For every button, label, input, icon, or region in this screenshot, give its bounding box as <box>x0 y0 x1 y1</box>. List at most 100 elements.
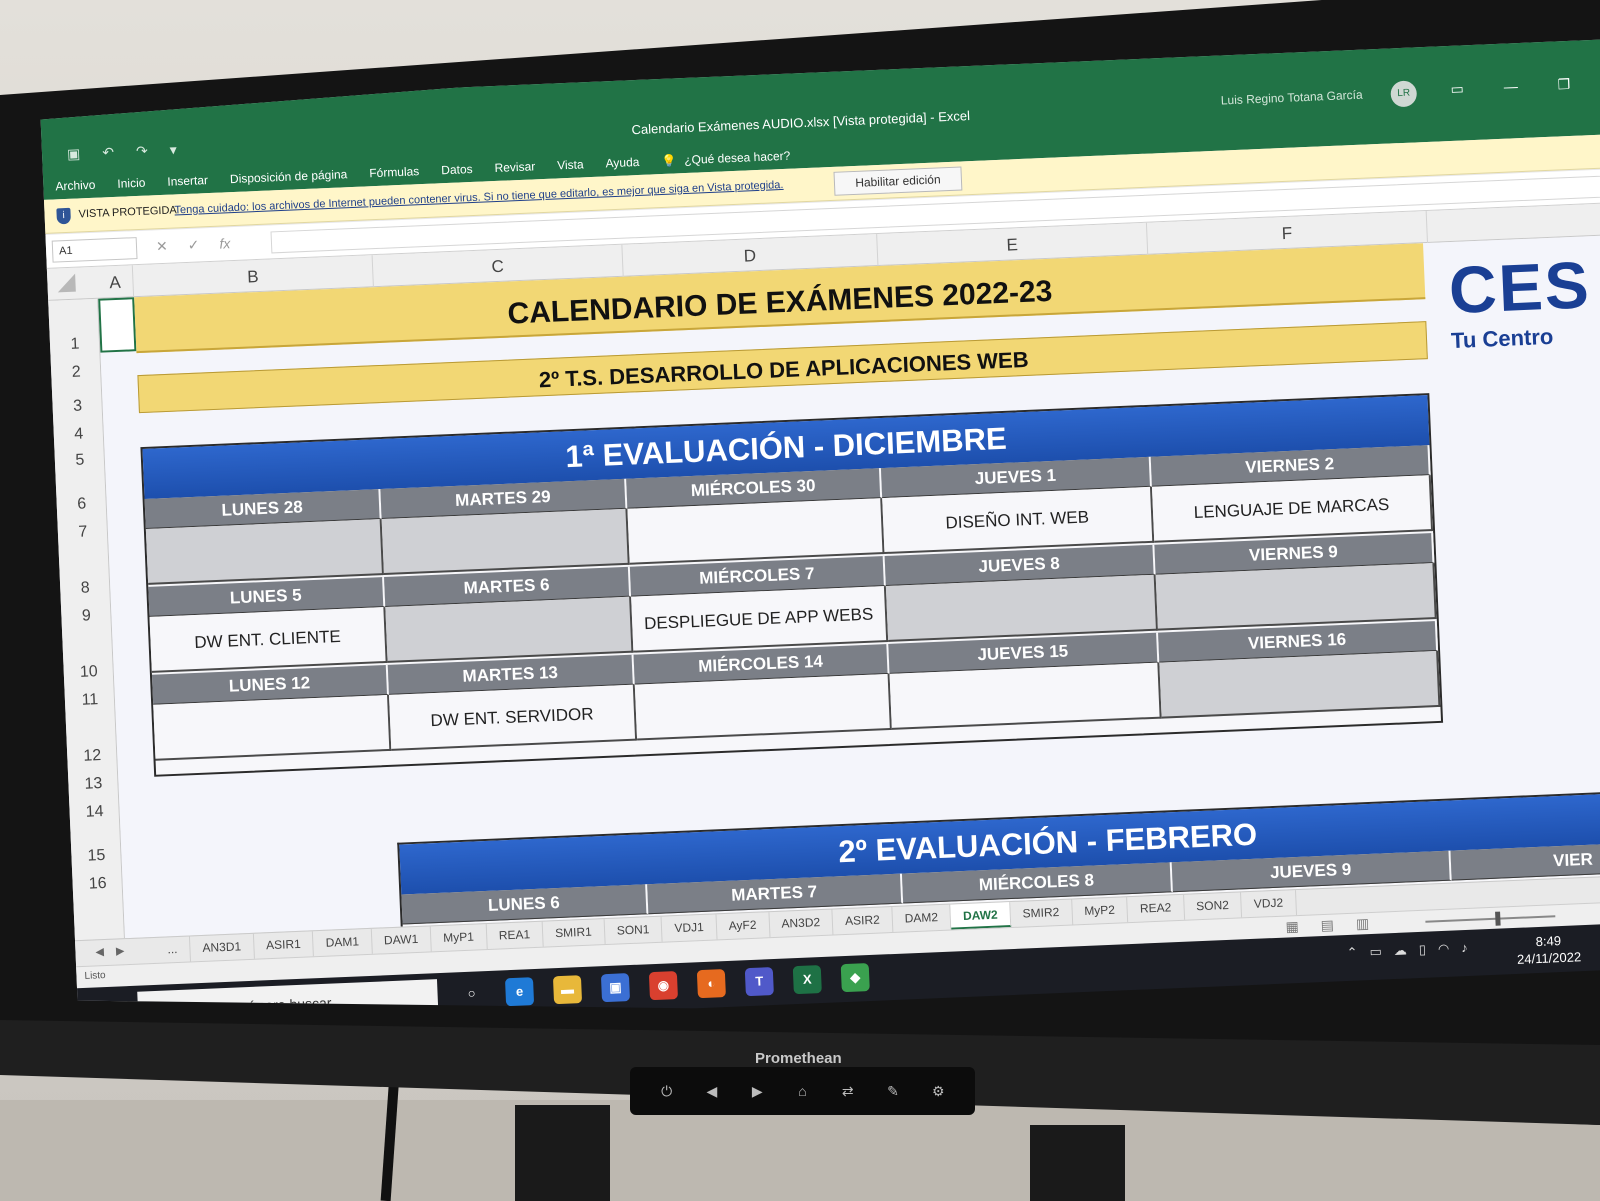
power-icon[interactable]: ⏻ <box>658 1083 676 1100</box>
cortana-icon[interactable]: ○ <box>457 979 486 1008</box>
row-header[interactable]: 8 <box>60 578 111 598</box>
row-header[interactable]: 3 <box>52 397 103 417</box>
volume-down-icon[interactable]: ◀ <box>703 1083 721 1100</box>
sheet-tab[interactable]: SON1 <box>604 916 664 946</box>
input-icon[interactable]: ⇄ <box>839 1083 857 1100</box>
minimize-icon[interactable]: — <box>1503 78 1518 96</box>
sheet-tab[interactable]: VDJ2 <box>1241 890 1297 919</box>
menu-formulas[interactable]: Fórmulas <box>369 164 420 180</box>
sheet-tab[interactable]: ASIR2 <box>832 907 894 936</box>
name-box[interactable]: A1 <box>51 237 138 263</box>
sheet-tab[interactable]: DAM2 <box>892 904 952 933</box>
exam-cell[interactable] <box>385 596 634 663</box>
menu-archivo[interactable]: Archivo <box>55 178 96 194</box>
row-header[interactable]: 4 <box>53 425 104 445</box>
exam-cell[interactable]: DW ENT. CLIENTE <box>149 606 388 673</box>
pen-icon[interactable]: ✎ <box>884 1083 902 1100</box>
sheet-tab[interactable]: ASIR1 <box>253 931 315 960</box>
tab-prev-icon[interactable]: ◀ <box>95 945 104 958</box>
volume-icon[interactable]: ♪ <box>1461 940 1468 956</box>
chevron-up-icon[interactable]: ⌃ <box>1346 945 1358 961</box>
redo-icon[interactable]: ↷ <box>136 143 148 160</box>
row-header[interactable]: 2 <box>51 363 102 383</box>
exam-cell[interactable]: DESPLIEGUE DE APP WEBS <box>631 585 889 653</box>
sheet-tab[interactable]: AyF2 <box>716 912 771 941</box>
menu-revisar[interactable]: Revisar <box>494 159 535 175</box>
cloud-icon[interactable]: ☁ <box>1393 943 1407 960</box>
row-header[interactable]: 11 <box>65 690 116 710</box>
save-icon[interactable]: ▣ <box>67 145 81 163</box>
row-header[interactable]: 14 <box>69 802 120 822</box>
sheet-tab[interactable]: SMIR2 <box>1010 899 1073 929</box>
file-explorer-icon[interactable]: ▬ <box>552 975 583 1005</box>
menu-vista[interactable]: Vista <box>557 157 584 172</box>
function-icon[interactable]: fx <box>219 235 231 252</box>
firefox-icon[interactable]: ◐ <box>696 969 726 999</box>
row-header[interactable]: 12 <box>67 746 118 766</box>
exam-cell[interactable] <box>145 519 384 585</box>
exam-cell[interactable] <box>885 574 1158 642</box>
sheet-tab[interactable]: DAM1 <box>313 928 373 958</box>
user-name[interactable]: Luis Regino Totana García <box>1221 88 1363 108</box>
sheet-tab-active[interactable]: DAW2 <box>950 902 1012 931</box>
home-icon[interactable]: ⌂ <box>793 1083 811 1099</box>
row-header[interactable]: 13 <box>68 774 119 794</box>
sheet-tab[interactable]: MyP1 <box>430 924 488 953</box>
undo-icon[interactable]: ↶ <box>102 144 114 161</box>
exam-cell[interactable] <box>1155 563 1437 631</box>
cancel-icon[interactable]: ✕ <box>156 238 168 255</box>
sheet-tab[interactable]: DAW1 <box>371 926 432 955</box>
sheet-tab[interactable]: REA1 <box>486 921 544 951</box>
ribbon-display-icon[interactable]: ▭ <box>1450 80 1464 98</box>
row-header[interactable]: 5 <box>55 451 106 471</box>
wifi-icon[interactable]: ◠ <box>1438 941 1450 957</box>
row-header[interactable]: 16 <box>72 874 123 894</box>
settings-icon[interactable]: ⚙ <box>929 1083 947 1100</box>
exam-cell[interactable]: DISEÑO INT. WEB <box>882 486 1155 555</box>
exam-cell[interactable]: DW ENT. SERVIDOR <box>389 684 638 751</box>
store-icon[interactable]: ▣ <box>600 973 631 1003</box>
sheet-tab[interactable]: VDJ1 <box>661 914 718 943</box>
exam-cell[interactable] <box>627 498 885 565</box>
sheet-tab[interactable]: SMIR1 <box>542 919 606 948</box>
exam-cell[interactable] <box>889 662 1162 730</box>
taskbar-clock[interactable]: 8:49 24/11/2022 <box>1516 931 1582 968</box>
active-cell-a1[interactable] <box>98 297 137 353</box>
sheet-tab[interactable]: REA2 <box>1127 894 1185 924</box>
chrome-icon[interactable]: ◉ <box>648 971 678 1001</box>
app-icon[interactable]: ◆ <box>840 963 870 993</box>
exam-cell[interactable] <box>634 673 892 741</box>
meet-icon[interactable]: ▭ <box>1369 944 1382 961</box>
battery-icon[interactable]: ▯ <box>1418 942 1426 958</box>
menu-disposicion[interactable]: Disposición de página <box>230 167 348 186</box>
select-all-corner[interactable] <box>57 273 76 293</box>
page-break-icon[interactable]: ▥ <box>1356 915 1370 933</box>
exam-cell[interactable]: LENGUAJE DE MARCAS <box>1151 475 1434 543</box>
sheet-tab[interactable]: MyP2 <box>1071 897 1129 926</box>
menu-ayuda[interactable]: Ayuda <box>605 155 639 170</box>
zoom-slider[interactable] <box>1425 911 1556 926</box>
exam-cell[interactable] <box>1159 650 1441 719</box>
enable-editing-button[interactable]: Habilitar edición <box>833 166 963 196</box>
tab-next-icon[interactable]: ▶ <box>116 944 125 957</box>
excel-icon[interactable]: X <box>792 965 822 995</box>
customize-icon[interactable]: ▾ <box>169 141 177 158</box>
column-header-a[interactable]: A <box>96 265 135 299</box>
row-header[interactable]: 9 <box>61 606 112 626</box>
menu-inicio[interactable]: Inicio <box>117 176 146 191</box>
tell-me[interactable]: 💡 ¿Qué desea hacer? <box>661 149 791 168</box>
normal-view-icon[interactable]: ▦ <box>1285 918 1299 936</box>
page-layout-icon[interactable]: ▤ <box>1320 917 1334 935</box>
row-header[interactable]: 1 <box>50 335 101 355</box>
menu-insertar[interactable]: Insertar <box>167 173 208 189</box>
restore-icon[interactable]: ❐ <box>1557 76 1570 94</box>
sheet-tab[interactable]: SON2 <box>1183 892 1243 921</box>
enter-icon[interactable]: ✓ <box>187 236 199 253</box>
row-header[interactable]: 7 <box>58 523 109 543</box>
volume-up-icon[interactable]: ▶ <box>748 1083 766 1100</box>
zoom-thumb[interactable] <box>1495 911 1501 926</box>
teams-icon[interactable]: T <box>744 967 774 997</box>
menu-datos[interactable]: Datos <box>441 162 473 177</box>
row-header[interactable]: 15 <box>71 846 122 866</box>
sheet-tab[interactable]: ... <box>154 936 192 964</box>
